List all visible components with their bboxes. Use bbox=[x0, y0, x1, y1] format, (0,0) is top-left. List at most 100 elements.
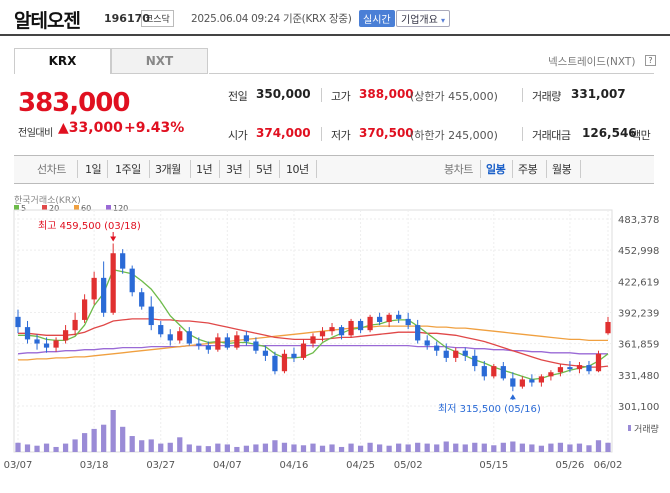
candle-body bbox=[15, 316, 21, 328]
volume-bar bbox=[186, 444, 192, 452]
candle-body bbox=[519, 379, 525, 387]
candle-body bbox=[548, 372, 554, 377]
volume-bar bbox=[376, 444, 383, 452]
candle-body bbox=[557, 367, 564, 373]
volume-bar bbox=[101, 424, 107, 452]
x-tick-label: 06/02 bbox=[594, 460, 623, 471]
candle-body bbox=[253, 341, 259, 351]
candle-body bbox=[110, 253, 116, 313]
candle-body bbox=[158, 325, 164, 335]
volume-bar bbox=[215, 443, 221, 452]
candle-body bbox=[319, 331, 326, 337]
candle-body bbox=[62, 330, 69, 341]
volume-bar bbox=[15, 442, 21, 452]
volume-bar bbox=[386, 445, 392, 452]
candle-body bbox=[24, 327, 31, 340]
candle-body bbox=[529, 379, 535, 383]
candle-body bbox=[34, 339, 40, 344]
candle-body bbox=[396, 314, 402, 319]
volume-bars bbox=[15, 410, 611, 452]
candle-body bbox=[205, 345, 211, 350]
candle-body bbox=[605, 321, 611, 334]
volume-bar bbox=[529, 444, 535, 452]
candle-body bbox=[348, 320, 354, 336]
candle-body bbox=[129, 268, 135, 293]
volume-bar bbox=[120, 426, 126, 452]
x-tick-label: 05/15 bbox=[479, 460, 508, 471]
candle-body bbox=[510, 378, 516, 387]
volume-bar bbox=[262, 443, 269, 452]
candle-body bbox=[462, 350, 468, 356]
volume-bar bbox=[434, 444, 440, 452]
candle-body bbox=[53, 340, 59, 348]
candle-body bbox=[120, 253, 126, 269]
volume-bar bbox=[300, 445, 307, 452]
candle-body bbox=[386, 314, 392, 322]
volume-bar bbox=[519, 443, 525, 452]
candle-body bbox=[434, 345, 440, 351]
x-tick-label: 03/27 bbox=[146, 460, 175, 471]
volume-bar bbox=[310, 443, 316, 452]
y-tick-label: 483,378 bbox=[618, 215, 659, 226]
candle-body bbox=[167, 334, 173, 341]
candlesticks bbox=[15, 243, 611, 392]
candle-body bbox=[43, 343, 50, 348]
candle-body bbox=[453, 350, 459, 358]
x-tick-label: 04/07 bbox=[213, 460, 242, 471]
y-tick-label: 331,480 bbox=[618, 371, 659, 382]
candle-body bbox=[481, 366, 487, 377]
volume-bar bbox=[158, 443, 164, 452]
volume-bar bbox=[53, 446, 59, 452]
candle-body bbox=[262, 350, 269, 356]
candle-body bbox=[367, 316, 373, 331]
max-price-annotation: 최고 459,500 (03/18) bbox=[38, 220, 141, 232]
volume-bar bbox=[472, 442, 478, 452]
x-tick-label: 03/18 bbox=[80, 460, 109, 471]
volume-bar bbox=[62, 443, 69, 452]
price-chart[interactable]: 483,378 452,998 422,619 392,239 361,859 331,4… bbox=[0, 0, 670, 493]
volume-bar bbox=[557, 442, 564, 452]
candle-body bbox=[91, 277, 97, 300]
chart-frame bbox=[13, 209, 613, 453]
volume-bar bbox=[129, 436, 135, 452]
volume-bar bbox=[605, 442, 611, 452]
candle-body bbox=[376, 316, 383, 322]
volume-bar bbox=[281, 442, 288, 452]
volume-bar bbox=[405, 444, 411, 452]
volume-bar bbox=[367, 442, 373, 452]
candle-body bbox=[101, 277, 107, 313]
volume-bar bbox=[224, 444, 230, 452]
volume-bar bbox=[34, 445, 40, 452]
volume-bar bbox=[196, 445, 202, 452]
candle-body bbox=[300, 343, 307, 358]
candle-body bbox=[224, 337, 230, 348]
moving-average-lines bbox=[17, 268, 609, 381]
volume-bar bbox=[567, 444, 573, 452]
volume-bar bbox=[500, 442, 506, 452]
volume-bar bbox=[110, 410, 116, 452]
volume-bar bbox=[24, 444, 31, 452]
y-tick-label: 301,100 bbox=[618, 402, 659, 413]
candle-body bbox=[291, 353, 297, 358]
candle-body bbox=[500, 366, 506, 379]
volume-bar bbox=[205, 446, 211, 452]
volume-bar bbox=[348, 443, 354, 452]
volume-legend-label: 거래량 bbox=[634, 425, 659, 435]
candle-body bbox=[81, 299, 88, 320]
candle-body bbox=[72, 319, 78, 331]
volume-bar bbox=[586, 445, 592, 452]
y-tick-label: 452,998 bbox=[618, 246, 659, 257]
candle-body bbox=[491, 366, 497, 377]
candle-body bbox=[424, 340, 430, 346]
volume-bar bbox=[329, 444, 335, 452]
volume-bar bbox=[595, 440, 602, 452]
min-arrowhead-icon bbox=[509, 394, 516, 400]
volume-bar bbox=[338, 446, 345, 452]
candle-body bbox=[586, 365, 592, 372]
volume-bar bbox=[462, 444, 468, 452]
volume-bar bbox=[510, 441, 516, 452]
volume-bar bbox=[72, 439, 78, 452]
candle-body bbox=[576, 365, 583, 370]
volume-bar bbox=[243, 445, 250, 452]
candle-body bbox=[338, 327, 345, 336]
